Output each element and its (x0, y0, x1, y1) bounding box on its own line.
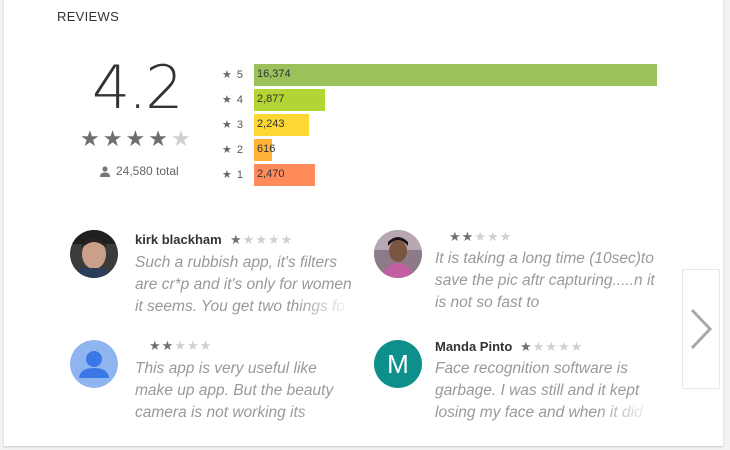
star-icon: ★ (520, 339, 532, 354)
star-icon: ★ (149, 338, 161, 353)
star-icon: ★ (199, 338, 212, 353)
histogram-bar: 616 (254, 138, 276, 161)
star-icon: ★ (280, 232, 293, 247)
reviews-card: REVIEWS 4.2 ★ ★ ★ ★ ★ 24,580 total ★ 5 16… (4, 0, 723, 446)
histogram-star-label: 4 (236, 93, 243, 106)
review-stars: ★ ★ ★ ★ ★ (520, 340, 582, 353)
section-title: REVIEWS (57, 9, 120, 24)
star-icon: ★ (170, 126, 191, 151)
star-icon: ★ (148, 126, 168, 151)
avatar[interactable] (70, 340, 118, 388)
total-ratings-text: 24,580 total (116, 164, 179, 178)
star-icon: ★ (230, 232, 242, 247)
histogram-row: ★ 4 2,877 (222, 88, 657, 111)
avatar-letter: M (387, 348, 409, 379)
rating-histogram: ★ 5 16,374 ★ 4 2,877 ★ 3 2,243 ★ 2 616 ★ 1 2,… (222, 63, 657, 189)
review-author: kirk blackham (135, 232, 222, 247)
histogram-count: 2,877 (257, 92, 285, 105)
star-icon: ★ (532, 339, 545, 354)
histogram-star-label: 3 (236, 118, 243, 131)
histogram-star-label: 5 (236, 68, 243, 81)
histogram-count: 616 (257, 142, 276, 155)
star-icon: ★ (174, 338, 186, 353)
star-icon: ★ (222, 69, 232, 81)
chevron-right-icon (690, 308, 713, 350)
star-icon: ★ (222, 169, 232, 181)
avatar-photo (70, 230, 118, 278)
star-icon: ★ (125, 126, 146, 151)
next-reviews-button[interactable] (682, 269, 720, 389)
review-text: It is taking a long time (10sec)to save … (435, 248, 655, 314)
star-icon: ★ (102, 126, 123, 151)
star-icon: ★ (242, 232, 255, 247)
histogram-row: ★ 2 616 (222, 138, 657, 161)
histogram-bar: 16,374 (254, 63, 657, 86)
histogram-count: 2,470 (257, 167, 285, 180)
avatar-photo (374, 230, 422, 278)
average-rating: 4.2 (92, 53, 183, 123)
star-icon: ★ (186, 338, 199, 353)
star-icon: ★ (486, 229, 499, 244)
star-icon: ★ (222, 94, 232, 106)
histogram-star-label: 1 (236, 168, 243, 181)
star-icon: ★ (545, 339, 557, 354)
star-icon: ★ (255, 232, 267, 247)
histogram-row: ★ 5 16,374 (222, 63, 657, 86)
star-icon: ★ (80, 126, 100, 151)
star-icon: ★ (570, 339, 583, 354)
histogram-row: ★ 3 2,243 (222, 113, 657, 136)
histogram-count: 2,243 (257, 117, 285, 130)
review-text: Such a rubbish app, it's filters are cr*… (135, 252, 355, 318)
star-icon: ★ (461, 229, 474, 244)
histogram-bar: 2,877 (254, 88, 325, 111)
star-icon: ★ (449, 229, 461, 244)
star-icon: ★ (222, 144, 232, 156)
star-icon: ★ (161, 338, 174, 353)
review-text: This app is very useful like make up app… (135, 358, 355, 424)
review-stars: ★ ★ ★ ★ ★ (449, 230, 511, 243)
avatar[interactable] (70, 230, 118, 278)
histogram-count: 16,374 (257, 67, 291, 80)
review-author: Manda Pinto (435, 339, 513, 354)
review-stars: ★ ★ ★ ★ ★ (149, 339, 211, 352)
histogram-bar: 2,470 (254, 163, 315, 186)
histogram-row: ★ 1 2,470 (222, 163, 657, 186)
review-text: Face recognition software is garbage. I … (435, 358, 655, 424)
default-avatar-icon (70, 340, 118, 388)
total-ratings: 24,580 total (100, 164, 179, 178)
average-rating-stars: ★ ★ ★ ★ ★ (80, 128, 191, 150)
star-icon: ★ (222, 119, 232, 131)
star-icon: ★ (267, 232, 280, 247)
star-icon: ★ (557, 339, 570, 354)
avatar[interactable]: M (374, 340, 422, 388)
histogram-star-label: 2 (236, 143, 243, 156)
avatar[interactable] (374, 230, 422, 278)
person-icon (100, 165, 110, 177)
star-icon: ★ (499, 229, 512, 244)
review-stars: ★ ★ ★ ★ ★ (230, 233, 292, 246)
star-icon: ★ (474, 229, 486, 244)
histogram-bar: 2,243 (254, 113, 309, 136)
